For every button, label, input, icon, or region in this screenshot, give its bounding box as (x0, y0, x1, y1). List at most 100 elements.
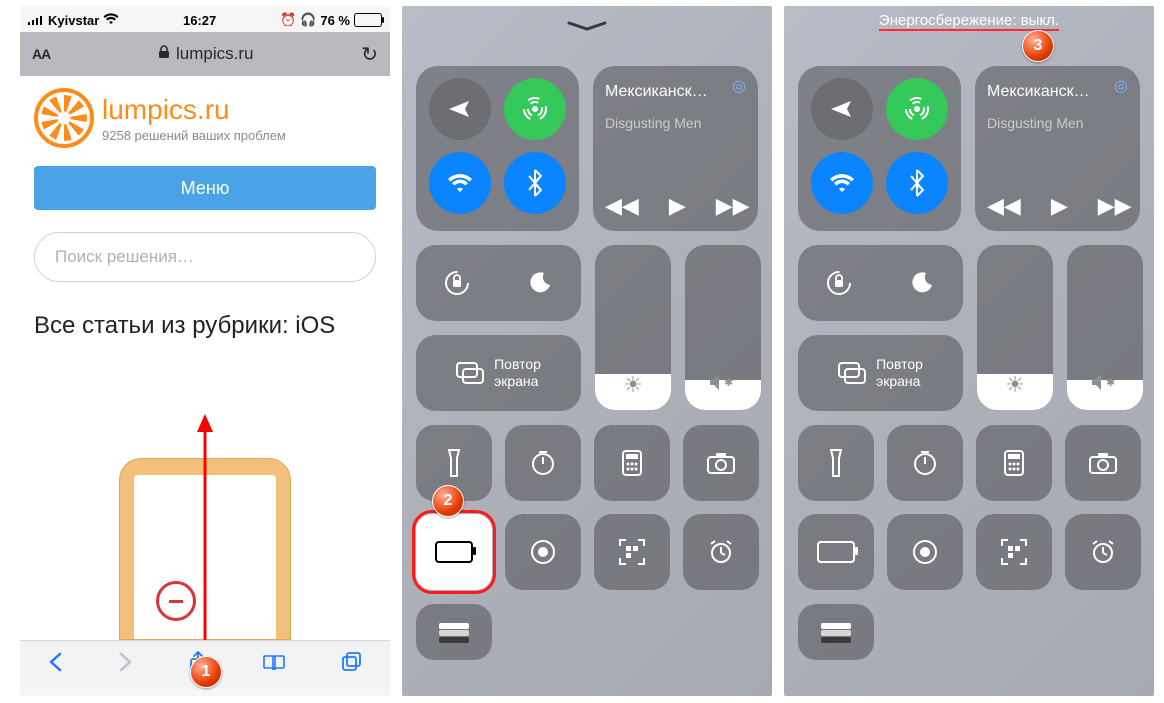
grabber-icon[interactable] (567, 18, 607, 34)
next-track-button[interactable]: ▶▶ (716, 193, 750, 219)
site-tagline: 9258 решений ваших проблем (102, 128, 286, 143)
wallet-button[interactable] (416, 604, 492, 660)
play-button[interactable]: ▶ (669, 193, 686, 219)
prev-track-button[interactable]: ◀◀ (987, 193, 1021, 219)
calculator-button[interactable] (594, 425, 670, 501)
battery-pct: 76 % (320, 13, 350, 28)
orientation-lock-toggle[interactable] (798, 268, 881, 298)
screen-record-button[interactable] (505, 514, 581, 590)
orientation-dnd-panel (798, 245, 963, 321)
calculator-button[interactable] (976, 425, 1052, 501)
wifi-toggle[interactable] (811, 152, 873, 214)
connectivity-panel[interactable] (416, 66, 579, 231)
low-power-mode-toggle[interactable] (798, 514, 874, 590)
qr-scanner-button[interactable] (594, 514, 670, 590)
timer-button[interactable] (505, 425, 581, 501)
screen-record-button[interactable] (887, 514, 963, 590)
volume-slider[interactable]: ✱ (685, 245, 761, 410)
phone-control-center-off: Энергосбережение: выкл. ◎ Мексиканск… Di… (784, 6, 1154, 696)
bluetooth-toggle[interactable] (886, 152, 948, 214)
music-panel[interactable]: ◎ Мексиканск… Disgusting Men ◀◀ ▶ ▶▶ (975, 66, 1140, 231)
volume-icon: ✱ (685, 372, 761, 398)
airplay-icon[interactable]: ◎ (732, 76, 746, 96)
next-track-button[interactable]: ▶▶ (1098, 193, 1132, 219)
battery-icon (354, 13, 382, 27)
brightness-icon: ☀ (977, 372, 1053, 398)
wifi-icon (103, 13, 119, 28)
phone-control-center-on: ◎ Мексиканск… Disgusting Men ◀◀ ▶ ▶▶ (402, 6, 772, 696)
airplane-mode-toggle[interactable] (811, 78, 873, 140)
address-bar[interactable]: AA lumpics.ru ↻ (20, 32, 390, 76)
brightness-slider[interactable]: ☀ (595, 245, 671, 410)
bluetooth-toggle[interactable] (504, 152, 566, 214)
play-button[interactable]: ▶ (1051, 193, 1068, 219)
screen-mirroring-label: Повтор экрана (876, 356, 923, 390)
camera-button[interactable] (683, 425, 759, 501)
camera-button[interactable] (1065, 425, 1141, 501)
headphones-icon: 🎧 (300, 12, 316, 28)
step-badge-1: 1 (190, 656, 222, 688)
battery-icon (817, 541, 855, 563)
controls-grid (798, 425, 1140, 590)
airplay-icon[interactable]: ◎ (1114, 76, 1128, 96)
signal-icon (28, 13, 44, 28)
tabs-button[interactable] (342, 652, 362, 678)
flashlight-button[interactable] (798, 425, 874, 501)
timer-button[interactable] (887, 425, 963, 501)
alarm-icon: ⏰ (280, 12, 296, 28)
volume-icon: ✱ (1067, 372, 1143, 398)
cellular-data-toggle[interactable] (504, 78, 566, 140)
music-title: Мексиканск… (605, 82, 750, 101)
carrier-label: Kyivstar (48, 13, 99, 28)
screen-mirroring-button[interactable]: Повтор экрана (798, 335, 963, 411)
screen-mirroring-button[interactable]: Повтор экрана (416, 335, 581, 411)
menu-button[interactable]: Меню (34, 166, 376, 210)
status-bar: Kyivstar 16:27 ⏰ 🎧 76 % (20, 6, 390, 32)
brightness-slider[interactable]: ☀ (977, 245, 1053, 410)
reload-button[interactable]: ↻ (361, 42, 378, 67)
do-not-disturb-toggle[interactable] (499, 271, 582, 295)
volume-slider[interactable]: ✱ (1067, 245, 1143, 410)
step-badge-2: 2 (432, 485, 464, 517)
site-logo-icon (34, 88, 94, 148)
battery-icon (435, 541, 473, 563)
screen-mirroring-label: Повтор экрана (494, 356, 541, 390)
swipe-up-arrow (195, 414, 215, 640)
alarm-button[interactable] (1065, 514, 1141, 590)
forward-button[interactable] (119, 652, 133, 678)
svg-text:✱: ✱ (1106, 377, 1115, 389)
svg-text:✱: ✱ (724, 377, 733, 389)
page-heading: Все статьи из рубрики: iOS (34, 310, 376, 341)
do-not-disturb-toggle[interactable] (881, 271, 964, 295)
webpage: lumpics.ru 9258 решений ваших проблем Ме… (20, 76, 390, 640)
music-panel[interactable]: ◎ Мексиканск… Disgusting Men ◀◀ ▶ ▶▶ (593, 66, 758, 231)
orientation-lock-toggle[interactable] (416, 268, 499, 298)
airplane-mode-toggle[interactable] (429, 78, 491, 140)
low-power-mode-toggle[interactable] (416, 514, 492, 590)
connectivity-panel[interactable] (798, 66, 961, 231)
energy-saving-label: Энергосбережение: выкл. (879, 12, 1059, 29)
qr-scanner-button[interactable] (976, 514, 1052, 590)
alarm-button[interactable] (683, 514, 759, 590)
site-brand[interactable]: lumpics.ru 9258 решений ваших проблем (34, 88, 376, 148)
step-badge-3: 3 (1022, 30, 1054, 62)
prev-track-button[interactable]: ◀◀ (605, 193, 639, 219)
search-placeholder: Поиск решения… (55, 247, 194, 267)
url-label: lumpics.ru (176, 44, 253, 64)
controls-grid (416, 425, 758, 590)
site-title: lumpics.ru (102, 94, 286, 126)
brightness-icon: ☀ (595, 372, 671, 398)
music-artist: Disgusting Men (987, 115, 1132, 131)
search-input[interactable]: Поиск решения… (34, 232, 376, 282)
music-artist: Disgusting Men (605, 115, 750, 131)
illustration-circle-icon (156, 581, 196, 621)
text-size-button[interactable]: AA (32, 46, 50, 62)
wallet-button[interactable] (798, 604, 874, 660)
cellular-data-toggle[interactable] (886, 78, 948, 140)
bookmarks-button[interactable] (263, 652, 285, 678)
back-button[interactable] (48, 652, 62, 678)
clock-label: 16:27 (183, 13, 216, 28)
orientation-dnd-panel (416, 245, 581, 321)
wifi-toggle[interactable] (429, 152, 491, 214)
phone-safari: Kyivstar 16:27 ⏰ 🎧 76 % AA lumpics.ru ↻ … (20, 6, 390, 696)
